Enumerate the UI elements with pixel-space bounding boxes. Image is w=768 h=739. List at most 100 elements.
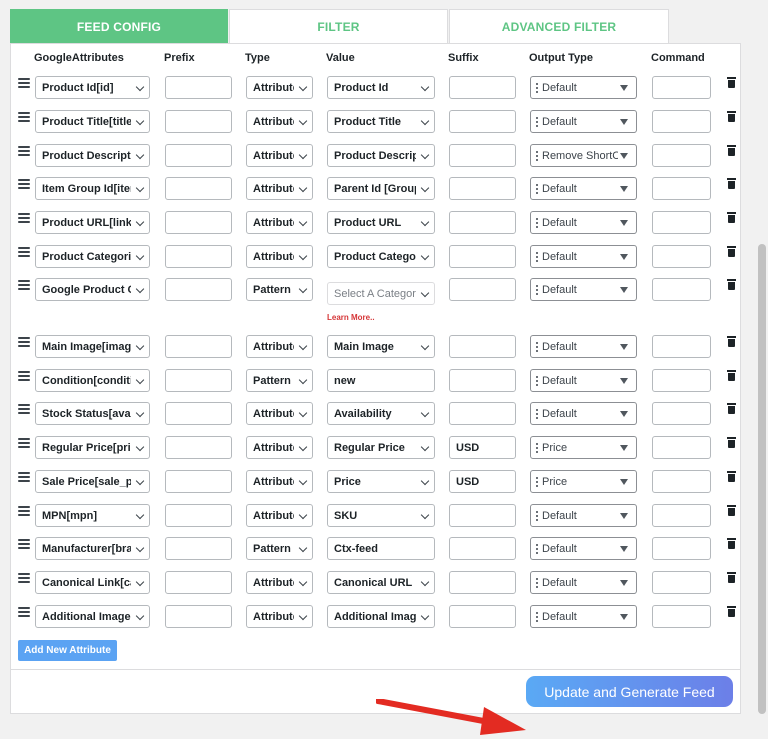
drag-handle-icon[interactable] <box>18 280 30 290</box>
value-select[interactable]: Product Description <box>327 144 435 167</box>
type-select[interactable]: Attribute <box>246 605 313 628</box>
trash-icon[interactable] <box>727 538 736 550</box>
value-select[interactable]: Price <box>327 470 435 493</box>
suffix-input[interactable]: USD <box>449 470 516 493</box>
google-attribute-select[interactable]: Stock Status[availability] <box>35 402 150 425</box>
trash-icon[interactable] <box>727 471 736 483</box>
google-attribute-select[interactable]: Product Description <box>35 144 150 167</box>
suffix-input[interactable] <box>449 211 516 234</box>
prefix-input[interactable] <box>165 605 232 628</box>
google-attribute-select[interactable]: Regular Price[price] <box>35 436 150 459</box>
add-new-attribute-button[interactable]: Add New Attribute <box>18 640 117 661</box>
suffix-input[interactable] <box>449 144 516 167</box>
prefix-input[interactable] <box>165 335 232 358</box>
drag-handle-icon[interactable] <box>18 539 30 549</box>
output-type-select[interactable]: Default <box>530 504 637 527</box>
google-attribute-select[interactable]: Condition[condition] <box>35 369 150 392</box>
output-type-select[interactable]: Default <box>530 211 637 234</box>
command-input[interactable] <box>652 436 711 459</box>
google-attribute-select[interactable]: Product Title[title] <box>35 110 150 133</box>
prefix-input[interactable] <box>165 402 232 425</box>
type-select[interactable]: Attribute <box>246 110 313 133</box>
google-attribute-select[interactable]: Canonical Link[canonical_link] <box>35 571 150 594</box>
value-select[interactable]: Product Category <box>327 245 435 268</box>
output-type-select[interactable]: Default <box>530 537 637 560</box>
output-type-select[interactable]: Default <box>530 605 637 628</box>
command-input[interactable] <box>652 144 711 167</box>
command-input[interactable] <box>652 211 711 234</box>
trash-icon[interactable] <box>727 111 736 123</box>
trash-icon[interactable] <box>727 178 736 190</box>
drag-handle-icon[interactable] <box>18 438 30 448</box>
command-input[interactable] <box>652 402 711 425</box>
value-select[interactable]: Select A Category <box>327 282 435 305</box>
prefix-input[interactable] <box>165 245 232 268</box>
google-attribute-select[interactable]: Main Image[image_link] <box>35 335 150 358</box>
type-select[interactable]: Pattern (Static Value) <box>246 369 313 392</box>
trash-icon[interactable] <box>727 437 736 449</box>
suffix-input[interactable] <box>449 605 516 628</box>
type-select[interactable]: Attribute <box>246 76 313 99</box>
suffix-input[interactable] <box>449 245 516 268</box>
value-select[interactable]: SKU <box>327 504 435 527</box>
tab-filter[interactable]: FILTER <box>229 9 448 44</box>
google-attribute-select[interactable]: Item Group Id[item_group_id] <box>35 177 150 200</box>
output-type-select[interactable]: Default <box>530 335 637 358</box>
prefix-input[interactable] <box>165 537 232 560</box>
suffix-input[interactable]: USD <box>449 436 516 459</box>
type-select[interactable]: Attribute <box>246 571 313 594</box>
trash-icon[interactable] <box>727 279 736 291</box>
prefix-input[interactable] <box>165 571 232 594</box>
tab-feed-config[interactable]: FEED CONFIG <box>10 9 228 44</box>
value-select[interactable]: Availability <box>327 402 435 425</box>
output-type-select[interactable]: Default <box>530 402 637 425</box>
google-attribute-select[interactable]: MPN[mpn] <box>35 504 150 527</box>
prefix-input[interactable] <box>165 369 232 392</box>
command-input[interactable] <box>652 605 711 628</box>
suffix-input[interactable] <box>449 571 516 594</box>
suffix-input[interactable] <box>449 278 516 301</box>
google-attribute-select[interactable]: Product Categories <box>35 245 150 268</box>
prefix-input[interactable] <box>165 504 232 527</box>
trash-icon[interactable] <box>727 403 736 415</box>
prefix-input[interactable] <box>165 110 232 133</box>
drag-handle-icon[interactable] <box>18 607 30 617</box>
value-input[interactable]: Ctx-feed <box>327 537 435 560</box>
learn-more-link[interactable]: Learn More.. <box>327 313 375 322</box>
scrollbar-thumb[interactable] <box>758 244 766 714</box>
output-type-select[interactable]: Default <box>530 110 637 133</box>
value-select[interactable]: Parent Id [Group Id] <box>327 177 435 200</box>
drag-handle-icon[interactable] <box>18 247 30 257</box>
trash-icon[interactable] <box>727 370 736 382</box>
prefix-input[interactable] <box>165 436 232 459</box>
google-attribute-select[interactable]: Manufacturer[brand] <box>35 537 150 560</box>
output-type-select[interactable]: Default <box>530 177 637 200</box>
google-attribute-select[interactable]: Google Product Category <box>35 278 150 301</box>
update-and-generate-feed-button[interactable]: Update and Generate Feed <box>526 676 733 707</box>
suffix-input[interactable] <box>449 177 516 200</box>
type-select[interactable]: Attribute <box>246 144 313 167</box>
drag-handle-icon[interactable] <box>18 506 30 516</box>
google-attribute-select[interactable]: Product URL[link] <box>35 211 150 234</box>
suffix-input[interactable] <box>449 402 516 425</box>
command-input[interactable] <box>652 177 711 200</box>
trash-icon[interactable] <box>727 246 736 258</box>
value-select[interactable]: Product Id <box>327 76 435 99</box>
command-input[interactable] <box>652 571 711 594</box>
drag-handle-icon[interactable] <box>18 78 30 88</box>
command-input[interactable] <box>652 335 711 358</box>
trash-icon[interactable] <box>727 606 736 618</box>
trash-icon[interactable] <box>727 145 736 157</box>
type-select[interactable]: Attribute <box>246 436 313 459</box>
command-input[interactable] <box>652 245 711 268</box>
trash-icon[interactable] <box>727 505 736 517</box>
command-input[interactable] <box>652 369 711 392</box>
drag-handle-icon[interactable] <box>18 371 30 381</box>
output-type-select[interactable]: Default <box>530 245 637 268</box>
command-input[interactable] <box>652 537 711 560</box>
drag-handle-icon[interactable] <box>18 337 30 347</box>
prefix-input[interactable] <box>165 177 232 200</box>
tab-advanced-filter[interactable]: ADVANCED FILTER <box>449 9 669 44</box>
command-input[interactable] <box>652 504 711 527</box>
drag-handle-icon[interactable] <box>18 179 30 189</box>
